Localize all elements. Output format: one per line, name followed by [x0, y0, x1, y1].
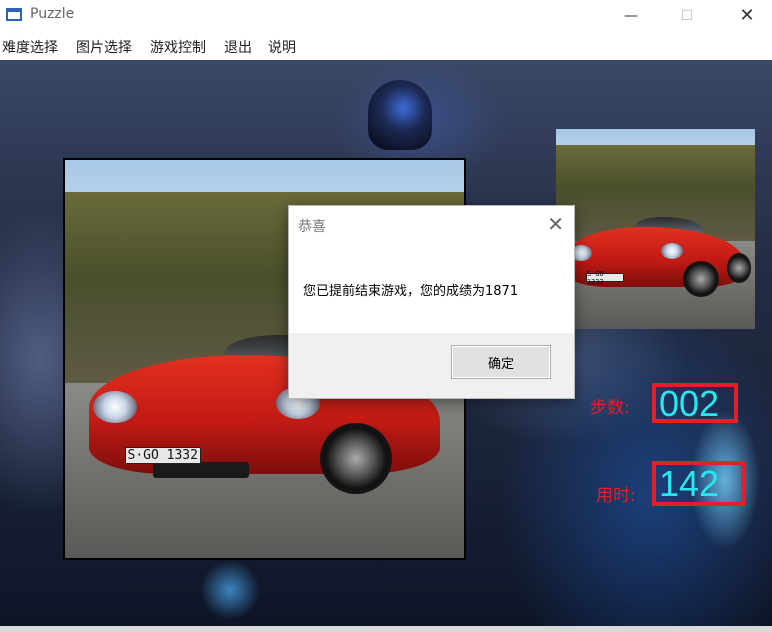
- background-character-helmet: [368, 80, 432, 150]
- menu-help[interactable]: 说明: [268, 37, 296, 57]
- time-counter: 142: [652, 461, 745, 506]
- ok-button[interactable]: 确定: [451, 345, 551, 379]
- preview-image: S·GO 1332: [556, 129, 755, 329]
- title-bar: Puzzle — ☐ ✕: [0, 0, 772, 32]
- menu-exit[interactable]: 退出: [224, 37, 252, 57]
- dialog-title: 恭喜: [298, 219, 326, 235]
- license-plate: S·GO 1332: [124, 446, 201, 465]
- window-title: Puzzle: [30, 6, 75, 22]
- dialog-close-button[interactable]: ✕: [547, 212, 564, 236]
- steps-counter: 002: [652, 383, 738, 423]
- license-plate: S·GO 1332: [585, 270, 624, 286]
- dialog-message: 您已提前结束游戏，您的成绩为1871: [303, 284, 519, 299]
- time-label: 用时:: [596, 486, 636, 506]
- menu-bar: 难度选择 图片选择 游戏控制 退出 说明: [0, 32, 772, 60]
- menu-difficulty[interactable]: 难度选择: [2, 37, 58, 57]
- close-window-button[interactable]: ✕: [724, 0, 770, 32]
- steps-label: 步数:: [590, 398, 630, 418]
- maximize-button[interactable]: ☐: [664, 0, 710, 32]
- menu-image-select[interactable]: 图片选择: [76, 37, 132, 57]
- background-glow: [200, 560, 260, 620]
- window-app-icon: [6, 8, 22, 21]
- window-bottom-edge: [0, 626, 772, 632]
- minimize-button[interactable]: —: [608, 0, 654, 32]
- dialog-footer: 确定: [289, 333, 574, 398]
- menu-game-control[interactable]: 游戏控制: [150, 37, 206, 57]
- congrats-dialog: 恭喜 ✕ 您已提前结束游戏，您的成绩为1871 确定: [288, 205, 575, 399]
